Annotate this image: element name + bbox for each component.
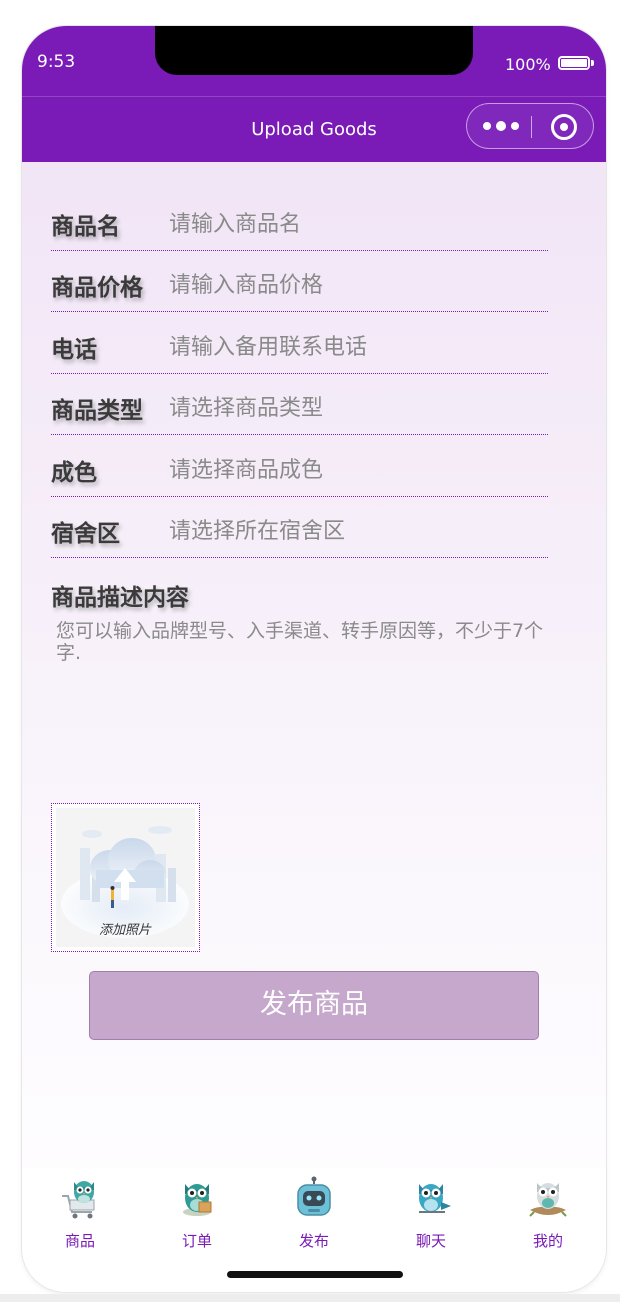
home-indicator — [227, 1271, 403, 1278]
phone-frame: 9:53 100% Upload Goods 商品名 商品价格 电话 商品类型 … — [22, 26, 606, 1292]
description-textarea[interactable] — [56, 620, 546, 770]
more-dots-icon[interactable] — [483, 121, 519, 131]
owl-cart-icon — [62, 1181, 95, 1219]
form-row-dorm: 宿舍区 — [51, 496, 548, 558]
owl-chat-icon — [419, 1184, 451, 1213]
nav-bar: Upload Goods — [22, 96, 606, 162]
owl-nest-icon — [529, 1183, 567, 1217]
field-label-condition: 成色 — [51, 460, 97, 486]
status-time: 9:53 — [37, 52, 76, 72]
add-photo-caption: 添加照片 — [99, 923, 152, 938]
dorm-picker[interactable] — [169, 513, 539, 549]
robot-publish-icon — [297, 1176, 331, 1216]
phone-input[interactable] — [169, 329, 539, 365]
publish-button[interactable]: 发布商品 — [89, 971, 539, 1040]
battery-icon — [558, 56, 590, 70]
tab-me[interactable]: 我的 — [508, 1176, 588, 1250]
form-row-name: 商品名 — [51, 189, 548, 251]
tab-label-chat: 聊天 — [415, 1232, 446, 1250]
description-label: 商品描述内容 — [51, 585, 189, 611]
cloud-upload-illustration: 添加照片 — [56, 808, 195, 947]
page-bottom-strip — [0, 1294, 620, 1302]
form-row-price: 商品价格 — [51, 250, 548, 312]
field-label-name: 商品名 — [51, 214, 120, 240]
mini-program-capsule — [466, 103, 594, 149]
tab-orders[interactable]: 订单 — [157, 1176, 237, 1250]
form-row-category: 商品类型 — [51, 373, 548, 435]
form-row-phone: 电话 — [51, 312, 548, 374]
tab-label-publish: 发布 — [298, 1232, 329, 1250]
status-bar: 9:53 100% — [22, 26, 606, 96]
tab-goods[interactable]: 商品 — [40, 1176, 120, 1250]
tab-label-me: 我的 — [532, 1232, 563, 1250]
price-input[interactable] — [169, 267, 539, 303]
name-input[interactable] — [169, 206, 539, 242]
form-row-condition: 成色 — [51, 435, 548, 497]
tab-label-goods: 商品 — [64, 1232, 95, 1250]
field-label-dorm: 宿舍区 — [51, 521, 120, 547]
camera-notch — [155, 26, 473, 75]
field-label-price: 商品价格 — [51, 275, 143, 301]
condition-picker[interactable] — [169, 452, 539, 488]
field-label-category: 商品类型 — [51, 398, 143, 424]
battery-tip — [591, 60, 594, 66]
owl-order-icon — [183, 1184, 212, 1216]
tab-publish[interactable]: 发布 — [274, 1176, 354, 1250]
close-target-icon[interactable] — [551, 114, 577, 140]
category-picker[interactable] — [169, 390, 539, 426]
battery-percent: 100% — [505, 55, 551, 74]
capsule-divider — [531, 116, 532, 138]
add-photo-button[interactable]: 添加照片 — [51, 803, 200, 952]
tab-chat[interactable]: 聊天 — [391, 1176, 471, 1250]
field-label-phone: 电话 — [51, 337, 97, 363]
tab-label-orders: 订单 — [181, 1232, 212, 1250]
